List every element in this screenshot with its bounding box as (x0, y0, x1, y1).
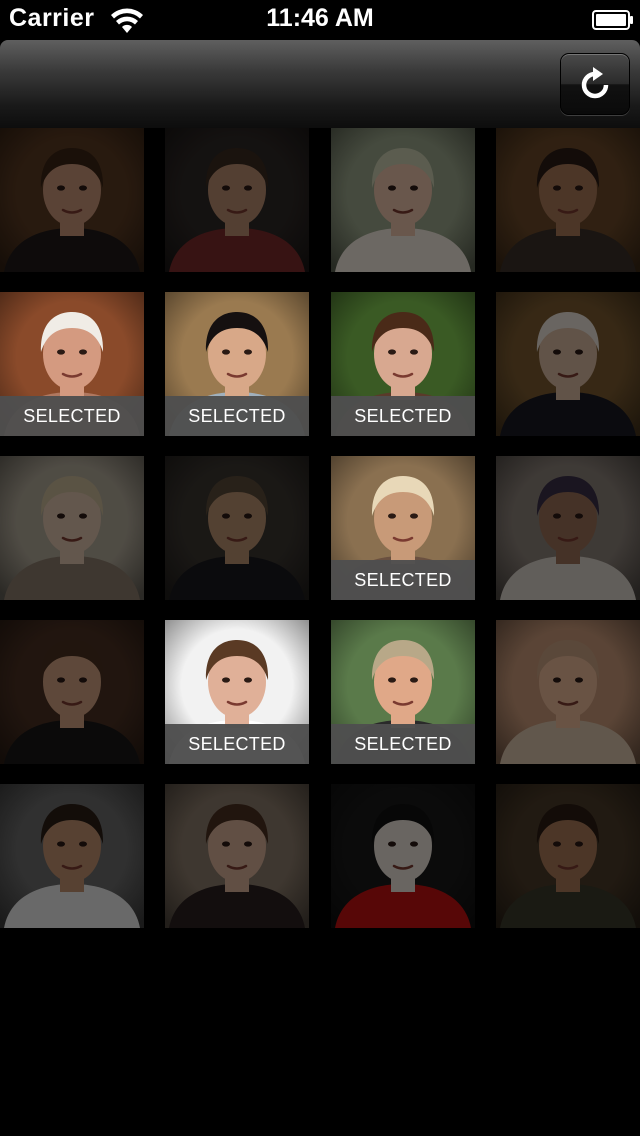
unselected-overlay (165, 784, 309, 928)
photo-tile[interactable]: SELECTED (165, 620, 309, 764)
selected-badge: SELECTED (165, 724, 309, 764)
unselected-overlay (496, 784, 640, 928)
unselected-overlay (496, 620, 640, 764)
photo-tile[interactable]: SELECTED (0, 292, 144, 436)
status-bar: Carrier 11:46 AM (0, 0, 640, 40)
unselected-overlay (165, 128, 309, 272)
photo-tile[interactable] (331, 784, 475, 928)
unselected-overlay (496, 456, 640, 600)
unselected-overlay (331, 784, 475, 928)
unselected-overlay (0, 784, 144, 928)
photo-tile[interactable]: SELECTED (165, 292, 309, 436)
unselected-overlay (0, 456, 144, 600)
photo-tile[interactable] (165, 784, 309, 928)
unselected-overlay (0, 620, 144, 764)
selected-badge: SELECTED (331, 724, 475, 764)
photo-tile[interactable] (0, 128, 144, 272)
navigation-bar (0, 40, 640, 129)
photo-picker-screen: Carrier 11:46 AM SELECTED SELECTED SELECTE… (0, 0, 640, 1136)
photo-tile[interactable] (0, 456, 144, 600)
selected-badge: SELECTED (165, 396, 309, 436)
photo-tile[interactable] (165, 128, 309, 272)
clock-label: 11:46 AM (266, 4, 374, 32)
photo-tile[interactable] (496, 456, 640, 600)
photo-tile[interactable] (496, 784, 640, 928)
photo-tile[interactable] (496, 292, 640, 436)
battery-full-icon (592, 10, 633, 30)
unselected-overlay (496, 292, 640, 436)
refresh-icon (581, 67, 609, 99)
photo-tile[interactable] (496, 620, 640, 764)
unselected-overlay (0, 128, 144, 272)
photo-tile[interactable] (165, 456, 309, 600)
unselected-overlay (165, 456, 309, 600)
photo-tile[interactable] (331, 128, 475, 272)
photo-tile[interactable]: SELECTED (331, 456, 475, 600)
refresh-button[interactable] (560, 53, 630, 115)
unselected-overlay (496, 128, 640, 272)
photo-tile[interactable]: SELECTED (331, 620, 475, 764)
selected-badge: SELECTED (0, 396, 144, 436)
unselected-overlay (331, 128, 475, 272)
selected-badge: SELECTED (331, 396, 475, 436)
photo-tile[interactable] (0, 620, 144, 764)
selected-badge: SELECTED (331, 560, 475, 600)
photo-tile[interactable]: SELECTED (331, 292, 475, 436)
photo-tile[interactable] (496, 128, 640, 272)
photo-tile[interactable] (0, 784, 144, 928)
